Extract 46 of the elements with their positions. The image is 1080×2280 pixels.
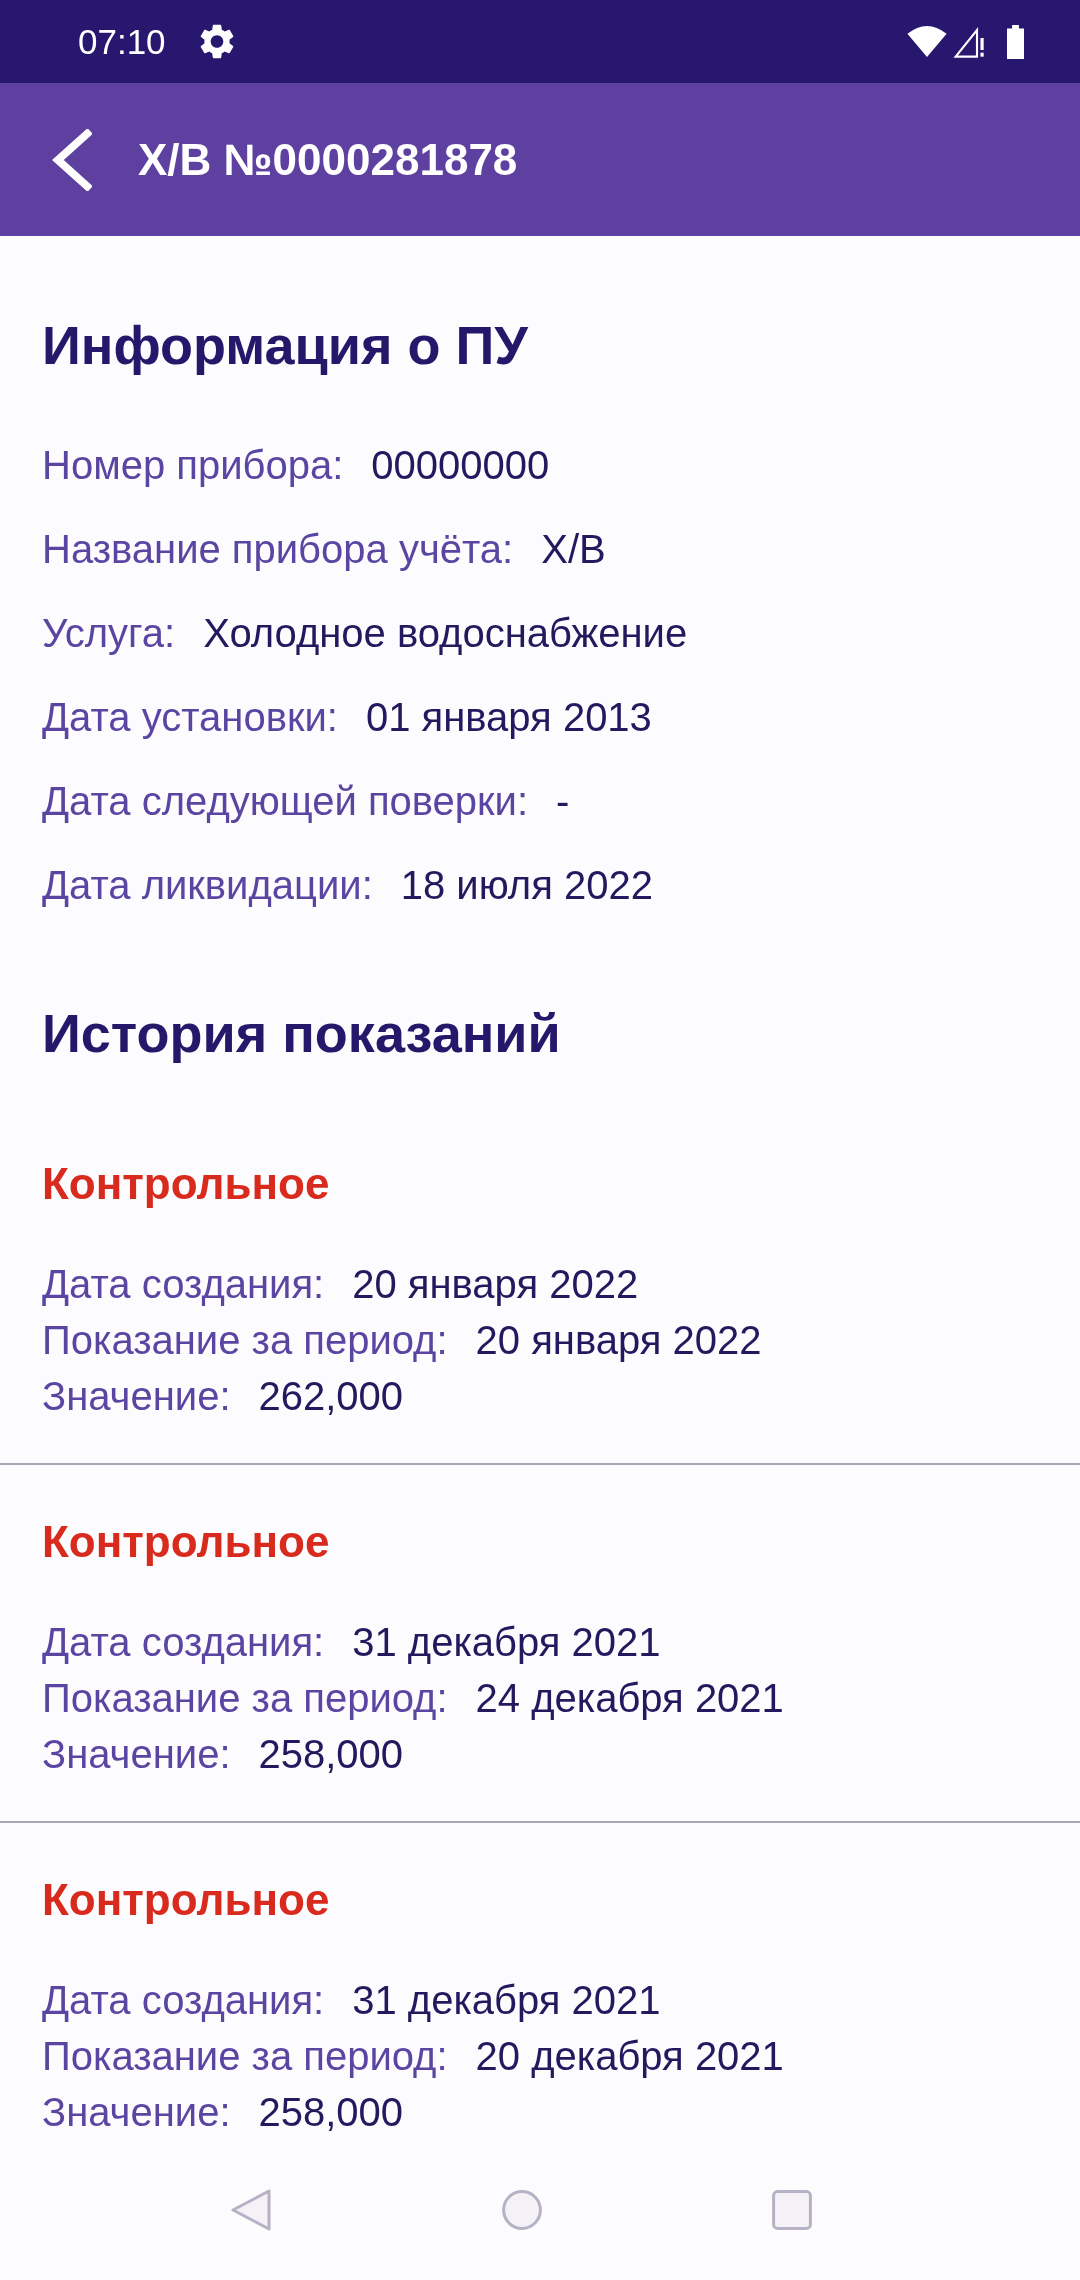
field-label: Дата создания: [42, 1619, 325, 1666]
field-label: Дата следующей поверки: [42, 778, 529, 825]
field-value: 262,000 [258, 1373, 404, 1420]
field-value: 00000000 [371, 442, 550, 489]
section-title: Информация о ПУ [42, 314, 528, 377]
reading-type: Контрольное [42, 1874, 330, 1926]
field-label: Номер прибора: [42, 442, 344, 489]
home-icon[interactable] [502, 2190, 542, 2230]
field-value: 01 января 2013 [365, 694, 652, 741]
field-value: 18 июля 2022 [400, 862, 653, 909]
field-label: Значение: [42, 1731, 231, 1778]
reading-type: Контрольное [42, 1158, 330, 1210]
status-time: 07:10 [78, 21, 166, 62]
field-label: Показание за период: [42, 1675, 448, 1722]
field-label: Показание за период: [42, 2033, 448, 2080]
settings-icon [199, 24, 234, 59]
field-value: 31 декабря 2021 [352, 1977, 661, 2024]
field-value: Х/В [541, 526, 606, 573]
field-label: Дата ликвидации: [42, 862, 373, 909]
back-icon[interactable] [230, 2188, 272, 2232]
field-label: Значение: [42, 1373, 231, 1420]
recent-apps-icon[interactable] [772, 2190, 812, 2230]
field-label: Услуга: [42, 610, 176, 657]
field-label: Показание за период: [42, 1317, 448, 1364]
screen-title: Х/В №0000281878 [138, 133, 518, 186]
field-value: 258,000 [258, 2089, 404, 2136]
signal-icon [953, 25, 985, 58]
field-value: 20 января 2022 [352, 1261, 639, 1308]
reading-type: Контрольное [42, 1516, 330, 1568]
field-value: 20 января 2022 [475, 1317, 762, 1364]
field-value: 258,000 [258, 1731, 404, 1778]
field-label: Дата установки: [42, 694, 338, 741]
field-label: Дата создания: [42, 1977, 325, 2024]
field-label: Название прибора учёта: [42, 526, 514, 573]
field-label: Значение: [42, 2089, 231, 2136]
field-label: Дата создания: [42, 1261, 325, 1308]
battery-icon [1007, 24, 1024, 59]
field-value: 20 декабря 2021 [475, 2033, 784, 2080]
back-chevron-icon [50, 128, 92, 191]
field-value: - [556, 778, 570, 825]
section-title: История показаний [42, 1002, 561, 1065]
field-value: Холодное водоснабжение [203, 610, 688, 657]
wifi-icon [907, 26, 947, 57]
field-value: 24 декабря 2021 [475, 1675, 784, 1722]
back-button[interactable] [50, 128, 92, 191]
field-value: 31 декабря 2021 [352, 1619, 661, 1666]
